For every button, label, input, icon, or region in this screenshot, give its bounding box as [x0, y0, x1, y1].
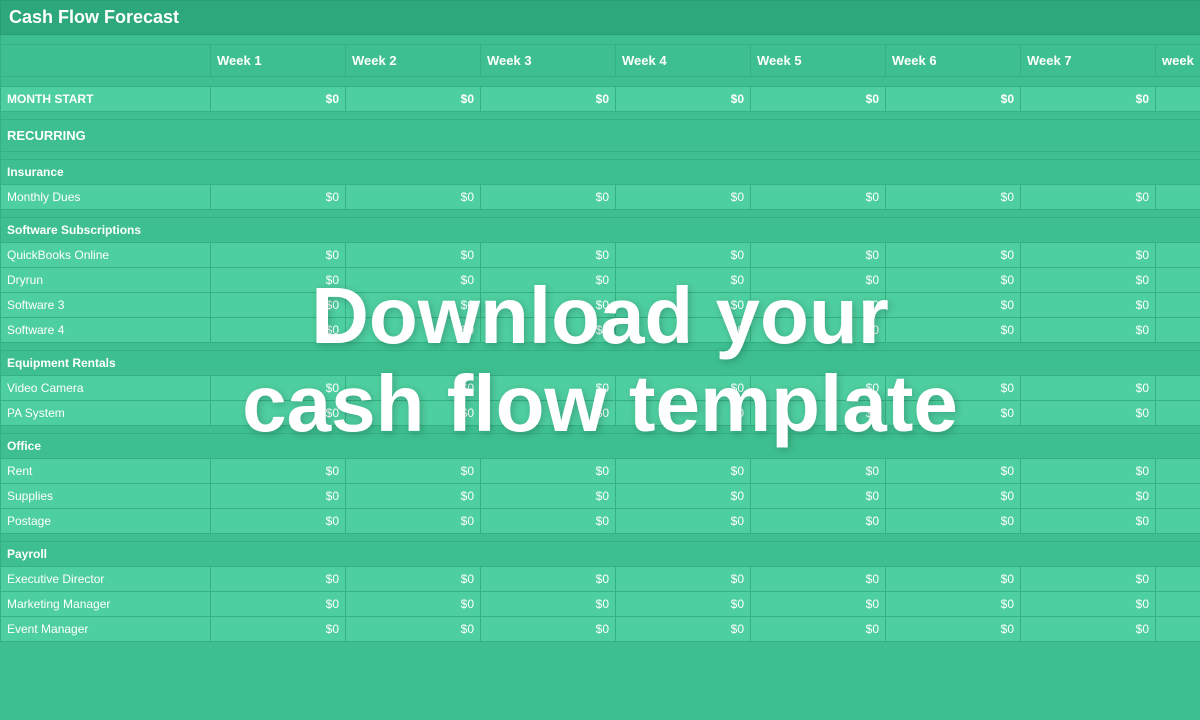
week4-header: Week 4	[616, 45, 751, 77]
monthly-dues-w3: $0	[481, 185, 616, 210]
rent-row: Rent $0 $0 $0 $0 $0 $0 $0	[1, 459, 1200, 484]
month-start-w6: $0	[886, 87, 1021, 112]
event-manager-label: Event Manager	[1, 617, 211, 642]
week8-header: week	[1156, 45, 1200, 77]
monthly-dues-w6: $0	[886, 185, 1021, 210]
monthly-dues-w2: $0	[346, 185, 481, 210]
insurance-category-row: Insurance	[1, 160, 1200, 185]
supplies-label: Supplies	[1, 484, 211, 509]
software-subs-label: Software Subscriptions	[1, 218, 1200, 243]
monthly-dues-w4: $0	[616, 185, 751, 210]
label-col-header	[1, 45, 211, 77]
software3-row: Software 3 $0 $0 $0 $0 $0 $0 $0	[1, 293, 1200, 318]
dryrun-label: Dryrun	[1, 268, 211, 293]
header-spacer	[1, 35, 1200, 45]
quickbooks-label: QuickBooks Online	[1, 243, 211, 268]
postage-row: Postage $0 $0 $0 $0 $0 $0 $0	[1, 509, 1200, 534]
month-start-w3: $0	[481, 87, 616, 112]
recurring-label: RECURRING	[1, 120, 1200, 152]
video-camera-label: Video Camera	[1, 376, 211, 401]
insurance-label: Insurance	[1, 160, 1200, 185]
marketing-manager-row: Marketing Manager $0 $0 $0 $0 $0 $0 $0	[1, 592, 1200, 617]
software3-label: Software 3	[1, 293, 211, 318]
equipment-category-row: Equipment Rentals	[1, 351, 1200, 376]
postage-label: Postage	[1, 509, 211, 534]
quickbooks-row: QuickBooks Online $0 $0 $0 $0 $0 $0 $0	[1, 243, 1200, 268]
empty-row-4	[1, 343, 1200, 351]
recurring-header-row: RECURRING	[1, 120, 1200, 152]
month-start-w1: $0	[211, 87, 346, 112]
monthly-dues-w8	[1156, 185, 1200, 210]
pa-system-row: PA System $0 $0 $0 $0 $0 $0 $0	[1, 401, 1200, 426]
month-start-w5: $0	[751, 87, 886, 112]
empty-row-5	[1, 426, 1200, 434]
month-start-w4: $0	[616, 87, 751, 112]
week1-header: Week 1	[211, 45, 346, 77]
exec-director-row: Executive Director $0 $0 $0 $0 $0 $0 $0	[1, 567, 1200, 592]
month-start-w7: $0	[1021, 87, 1156, 112]
rent-label: Rent	[1, 459, 211, 484]
spreadsheet-title: Cash Flow Forecast	[1, 1, 1200, 35]
supplies-row: Supplies $0 $0 $0 $0 $0 $0 $0	[1, 484, 1200, 509]
dryrun-row: Dryrun $0 $0 $0 $0 $0 $0 $0	[1, 268, 1200, 293]
column-header-row: Week 1 Week 2 Week 3 Week 4 Week 5 Week …	[1, 45, 1200, 77]
software4-row: Software 4 $0 $0 $0 $0 $0 $0 $0	[1, 318, 1200, 343]
video-camera-row: Video Camera $0 $0 $0 $0 $0 $0 $0	[1, 376, 1200, 401]
payroll-label: Payroll	[1, 542, 1200, 567]
week5-header: Week 5	[751, 45, 886, 77]
pa-system-label: PA System	[1, 401, 211, 426]
empty-row-1	[1, 112, 1200, 120]
empty-row-2	[1, 152, 1200, 160]
empty-row-6	[1, 534, 1200, 542]
event-manager-row: Event Manager $0 $0 $0 $0 $0 $0 $0	[1, 617, 1200, 642]
office-category-row: Office	[1, 434, 1200, 459]
week3-header: Week 3	[481, 45, 616, 77]
empty-row-3	[1, 210, 1200, 218]
payroll-category-row: Payroll	[1, 542, 1200, 567]
monthly-dues-row: Monthly Dues $0 $0 $0 $0 $0 $0 $0	[1, 185, 1200, 210]
week2-header: Week 2	[346, 45, 481, 77]
week7-header: Week 7	[1021, 45, 1156, 77]
exec-director-label: Executive Director	[1, 567, 211, 592]
marketing-manager-label: Marketing Manager	[1, 592, 211, 617]
title-row: Cash Flow Forecast	[1, 1, 1200, 35]
week6-header: Week 6	[886, 45, 1021, 77]
monthly-dues-label: Monthly Dues	[1, 185, 211, 210]
month-start-label: MONTH START	[1, 87, 211, 112]
software4-label: Software 4	[1, 318, 211, 343]
spacer-row	[1, 77, 1200, 87]
software-subs-category-row: Software Subscriptions	[1, 218, 1200, 243]
spreadsheet-container: Cash Flow Forecast Week 1 Week 2 Week 3 …	[0, 0, 1200, 720]
equipment-label: Equipment Rentals	[1, 351, 1200, 376]
month-start-w2: $0	[346, 87, 481, 112]
office-label: Office	[1, 434, 1200, 459]
monthly-dues-w7: $0	[1021, 185, 1156, 210]
monthly-dues-w1: $0	[211, 185, 346, 210]
month-start-row: MONTH START $0 $0 $0 $0 $0 $0 $0	[1, 87, 1200, 112]
monthly-dues-w5: $0	[751, 185, 886, 210]
month-start-w8	[1156, 87, 1200, 112]
